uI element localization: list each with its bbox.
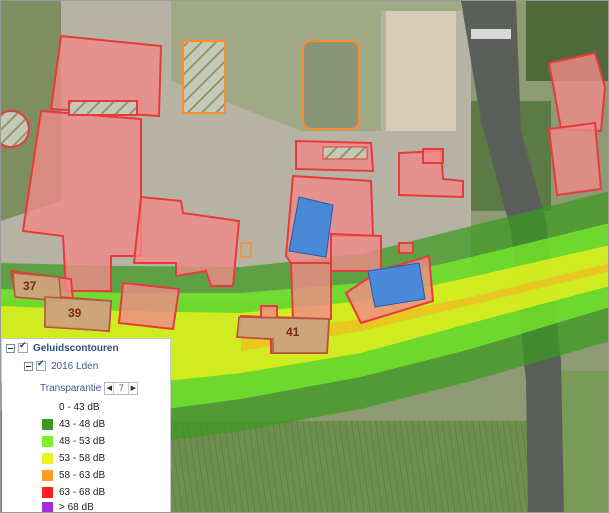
map-viewer[interactable]: 37 39 41 Geluidscontouren 2016 Lden Tran… (0, 0, 609, 513)
legend-swatch (42, 418, 53, 430)
legend-class-row: 43 - 48 dB (42, 418, 105, 430)
building-south (330, 232, 382, 272)
transparency-increase-button[interactable]: ▶ (129, 383, 137, 394)
group-title: Geluidscontouren (33, 342, 119, 354)
legend-panel: Geluidscontouren 2016 Lden Transparantie… (2, 338, 171, 513)
legend-class-label: 58 - 63 dB (59, 469, 106, 481)
legend-swatch (42, 501, 53, 512)
legend-group-row: Geluidscontouren (6, 341, 119, 355)
hatched-shed (68, 100, 138, 116)
legend-swatch (42, 435, 53, 447)
legend-class-label: 0 - 43 dB (59, 401, 100, 413)
legend-class-label: > 68 dB (59, 501, 94, 513)
transparency-label: Transparantie (40, 382, 102, 394)
building-tiny-3 (398, 242, 414, 254)
round-silo (1, 110, 30, 148)
building-blue-east (367, 262, 426, 308)
legend-class-row: 48 - 53 dB (42, 435, 105, 447)
legend-swatch (42, 486, 53, 498)
house-number-39: 39 (68, 306, 82, 320)
legend-class-row: > 68 dB (42, 501, 94, 513)
legend-swatch (42, 401, 53, 413)
legend-class-label: 43 - 48 dB (59, 418, 106, 430)
legend-class-label: 53 - 58 dB (59, 452, 106, 464)
layer-title: 2016 Lden (51, 360, 99, 372)
transparency-control: Transparantie ◀ 7 ▶ (40, 381, 139, 395)
building-strip (289, 262, 332, 320)
legend-class-label: 63 - 68 dB (59, 486, 106, 498)
field-south-east (556, 371, 608, 512)
legend-swatch (42, 469, 53, 481)
building-right-mid (547, 121, 603, 197)
house-number-41: 41 (286, 325, 300, 339)
house-number-37: 37 (23, 279, 37, 293)
legend-class-label: 48 - 53 dB (59, 435, 106, 447)
collapse-group-button[interactable] (6, 343, 15, 353)
transparency-decrease-button[interactable]: ◀ (105, 383, 113, 394)
field-south-west (166, 421, 536, 512)
group-visibility-checkbox[interactable] (18, 341, 28, 353)
building-small-south (117, 281, 181, 331)
building-tiny-2 (260, 305, 278, 319)
hatched-roof-center (322, 146, 368, 160)
legend-class-row: 0 - 43 dB (42, 401, 100, 413)
manure-silo (302, 40, 360, 130)
legend-class-row: 53 - 58 dB (42, 452, 105, 464)
legend-layer-row: 2016 Lden (24, 359, 98, 373)
building-tiny-1 (422, 148, 444, 164)
legend-class-row: 63 - 68 dB (42, 486, 105, 498)
paddock (386, 11, 456, 131)
transparency-stepper[interactable]: ◀ 7 ▶ (104, 381, 139, 395)
transparency-value: 7 (113, 382, 130, 394)
collapse-layer-button[interactable] (24, 361, 33, 371)
legend-class-row: 58 - 63 dB (42, 469, 105, 481)
legend-swatch (42, 452, 53, 464)
layer-visibility-checkbox[interactable] (36, 359, 46, 371)
hatched-roof (182, 40, 226, 114)
canal-bridge (471, 29, 511, 39)
